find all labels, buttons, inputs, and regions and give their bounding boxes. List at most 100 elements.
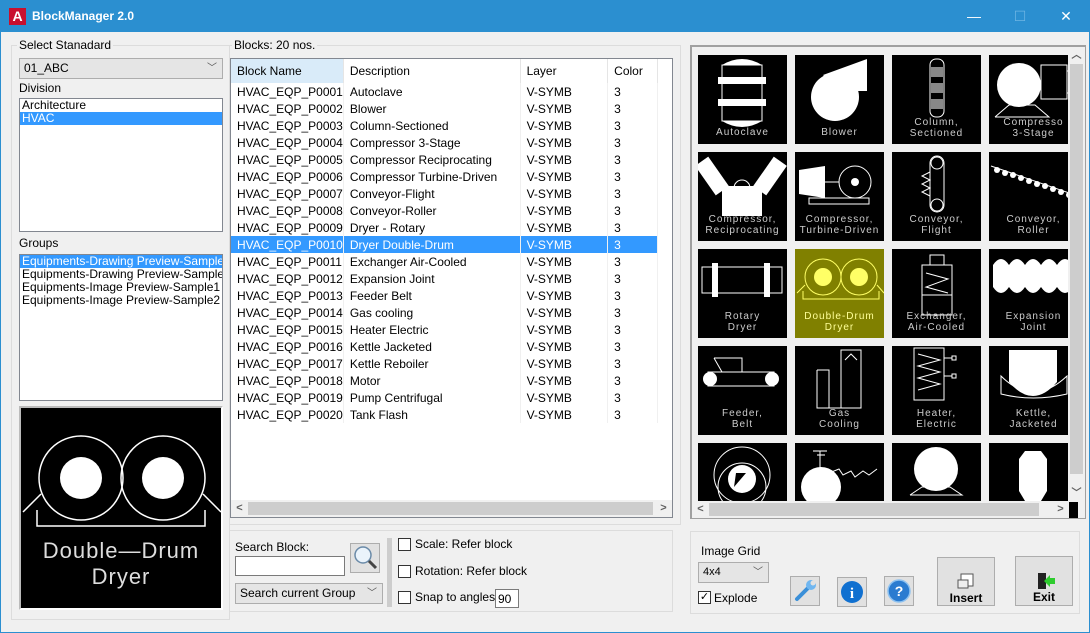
table-row[interactable]: HVAC_EQP_P0007 Conveyor-Flight V-SYMB 3 bbox=[231, 185, 658, 202]
insert-button[interactable]: Insert bbox=[937, 557, 995, 606]
scroll-down-icon[interactable]: ﹀ bbox=[1068, 485, 1085, 502]
rotation-checkbox[interactable] bbox=[398, 565, 411, 578]
scroll-up-icon[interactable]: ︿ bbox=[1068, 47, 1085, 64]
column-header[interactable]: Layer bbox=[520, 59, 609, 83]
table-row[interactable]: HVAC_EQP_P0019 Pump Centrifugal V-SYMB 3 bbox=[231, 389, 658, 406]
block-tile[interactable]: Exchanger, Air-Cooled bbox=[892, 249, 981, 338]
table-row[interactable]: HVAC_EQP_P0018 Motor V-SYMB 3 bbox=[231, 372, 658, 389]
search-button[interactable] bbox=[350, 543, 380, 573]
snap-angle-input[interactable] bbox=[495, 589, 519, 608]
help-icon: ? bbox=[887, 579, 911, 603]
table-cell: HVAC_EQP_P0003 bbox=[231, 117, 344, 134]
list-item[interactable]: Equipments-Image Preview-Sample2 bbox=[20, 294, 222, 307]
table-row[interactable]: HVAC_EQP_P0003 Column-Sectioned V-SYMB 3 bbox=[231, 117, 658, 134]
table-row[interactable]: HVAC_EQP_P0014 Gas cooling V-SYMB 3 bbox=[231, 304, 658, 321]
block-tile[interactable]: Double-Drum Dryer bbox=[795, 249, 884, 338]
settings-button[interactable] bbox=[790, 576, 820, 606]
close-button[interactable]: ✕ bbox=[1043, 1, 1089, 32]
scroll-left-icon[interactable]: < bbox=[692, 501, 709, 518]
scroll-left-icon[interactable]: < bbox=[231, 500, 248, 517]
table-row[interactable]: HVAC_EQP_P0002 Blower V-SYMB 3 bbox=[231, 100, 658, 117]
table-cell: V-SYMB bbox=[520, 117, 609, 134]
tile-caption: Feeder, Belt bbox=[698, 408, 787, 430]
scroll-right-icon[interactable]: > bbox=[1052, 501, 1069, 518]
table-cell: HVAC_EQP_P0018 bbox=[231, 372, 344, 389]
division-list[interactable]: Architecture HVAC bbox=[19, 98, 223, 232]
scroll-right-icon[interactable]: > bbox=[655, 500, 672, 517]
exit-button[interactable]: Exit bbox=[1015, 556, 1073, 606]
info-button[interactable]: i bbox=[837, 577, 867, 607]
block-tile[interactable]: Compresso 3-Stage bbox=[989, 55, 1078, 144]
block-tile[interactable]: Expansion Joint bbox=[989, 249, 1078, 338]
scale-checkbox[interactable] bbox=[398, 538, 411, 551]
table-cell: V-SYMB bbox=[520, 321, 609, 338]
block-tile[interactable]: Compressor, Reciprocating bbox=[698, 152, 787, 241]
tile-caption-line: Autoclave bbox=[716, 127, 769, 138]
chevron-down-icon: ﹀ bbox=[207, 63, 217, 74]
preview-caption: Double—Drum Dryer bbox=[21, 538, 221, 590]
block-tile[interactable]: Blower bbox=[795, 55, 884, 144]
search-input[interactable] bbox=[235, 556, 345, 576]
table-row[interactable]: HVAC_EQP_P0010 Dryer Double-Drum V-SYMB 3 bbox=[231, 236, 658, 253]
table-row[interactable]: HVAC_EQP_P0001 Autoclave V-SYMB 3 bbox=[231, 83, 658, 100]
maximize-button[interactable]: ☐ bbox=[997, 1, 1043, 32]
table-row[interactable]: HVAC_EQP_P0005 Compressor Reciprocating V-… bbox=[231, 151, 658, 168]
table-row[interactable]: HVAC_EQP_P0011 Exchanger Air-Cooled V-SYMB… bbox=[231, 253, 658, 270]
table-row[interactable]: HVAC_EQP_P0015 Heater Electric V-SYMB 3 bbox=[231, 321, 658, 338]
preview-caption-line2: Dryer bbox=[91, 564, 151, 589]
wrench-icon bbox=[795, 580, 816, 601]
magnifier-icon bbox=[354, 546, 378, 570]
search-scope-select[interactable]: Search current Group ﹀ bbox=[235, 583, 383, 604]
table-horizontal-scrollbar[interactable]: < > bbox=[231, 500, 672, 517]
tile-caption: Conveyor, Roller bbox=[989, 214, 1078, 236]
table-cell: V-SYMB bbox=[520, 202, 609, 219]
table-row[interactable]: HVAC_EQP_P0004 Compressor 3-Stage V-SYMB 3 bbox=[231, 134, 658, 151]
table-row[interactable]: HVAC_EQP_P0017 Kettle Reboiler V-SYMB 3 bbox=[231, 355, 658, 372]
table-row[interactable]: HVAC_EQP_P0016 Kettle Jacketed V-SYMB 3 bbox=[231, 338, 658, 355]
tile-caption-line: Reciprocating bbox=[705, 225, 780, 236]
table-row[interactable]: HVAC_EQP_P0009 Dryer - Rotary V-SYMB 3 bbox=[231, 219, 658, 236]
snap-checkbox[interactable] bbox=[398, 591, 411, 604]
standard-select[interactable]: 01_ABC ﹀ bbox=[19, 58, 223, 79]
blocks-table[interactable]: Block Name Description Layer Color HVAC_EQP… bbox=[230, 58, 673, 518]
grid-horizontal-scrollbar[interactable]: < > bbox=[692, 501, 1069, 518]
block-tile[interactable]: Heater, Electric bbox=[892, 346, 981, 435]
scrollbar-thumb[interactable] bbox=[248, 502, 653, 515]
explode-checkbox[interactable]: ✓ bbox=[698, 591, 711, 604]
image-grid-select[interactable]: 4x4 ﹀ bbox=[698, 562, 769, 583]
block-tile[interactable]: Rotary Dryer bbox=[698, 249, 787, 338]
grid-vertical-scrollbar[interactable]: ︿ ﹀ bbox=[1068, 47, 1085, 502]
block-tile[interactable]: Kettle, Jacketed bbox=[989, 346, 1078, 435]
splitter[interactable] bbox=[387, 538, 392, 607]
block-tile[interactable]: Feeder, Belt bbox=[698, 346, 787, 435]
block-tile[interactable]: Column, Sectioned bbox=[892, 55, 981, 144]
table-cell: HVAC_EQP_P0020 bbox=[231, 406, 344, 423]
table-cell: 3 bbox=[607, 304, 658, 321]
scrollbar-thumb[interactable] bbox=[1070, 64, 1083, 474]
scrollbar-thumb[interactable] bbox=[709, 503, 1039, 516]
column-header[interactable]: Description bbox=[343, 59, 521, 83]
table-cell: V-SYMB bbox=[520, 151, 609, 168]
image-grid[interactable]: Autoclave Blower Column, Sectioned Compresso… bbox=[690, 45, 1086, 519]
table-row[interactable]: HVAC_EQP_P0008 Conveyor-Roller V-SYMB 3 bbox=[231, 202, 658, 219]
table-row[interactable]: HVAC_EQP_P0013 Feeder Belt V-SYMB 3 bbox=[231, 287, 658, 304]
table-cell: Dryer - Rotary bbox=[343, 219, 521, 236]
block-tile[interactable]: Gas Cooling bbox=[795, 346, 884, 435]
list-item[interactable]: HVAC bbox=[20, 112, 222, 125]
minimize-button[interactable]: — bbox=[951, 1, 997, 32]
table-row[interactable]: HVAC_EQP_P0012 Expansion Joint V-SYMB 3 bbox=[231, 270, 658, 287]
help-button[interactable]: ? bbox=[884, 576, 914, 606]
table-row[interactable]: HVAC_EQP_P0020 Tank Flash V-SYMB 3 bbox=[231, 406, 658, 423]
window-title: BlockManager 2.0 bbox=[32, 9, 135, 23]
block-tile[interactable]: Conveyor, Roller bbox=[989, 152, 1078, 241]
block-tile[interactable]: Conveyor, Flight bbox=[892, 152, 981, 241]
groups-list[interactable]: Equipments-Drawing Preview-Sample1 Equipm… bbox=[19, 254, 223, 401]
block-tile[interactable]: Autoclave bbox=[698, 55, 787, 144]
table-row[interactable]: HVAC_EQP_P0006 Compressor Turbine-Driven V… bbox=[231, 168, 658, 185]
block-tile[interactable]: Compressor, Turbine-Driven bbox=[795, 152, 884, 241]
column-header[interactable]: Color bbox=[607, 59, 658, 83]
table-cell: Blower bbox=[343, 100, 521, 117]
table-cell: 3 bbox=[607, 270, 658, 287]
table-cell: Conveyor-Roller bbox=[343, 202, 521, 219]
column-header[interactable]: Block Name bbox=[231, 59, 344, 83]
